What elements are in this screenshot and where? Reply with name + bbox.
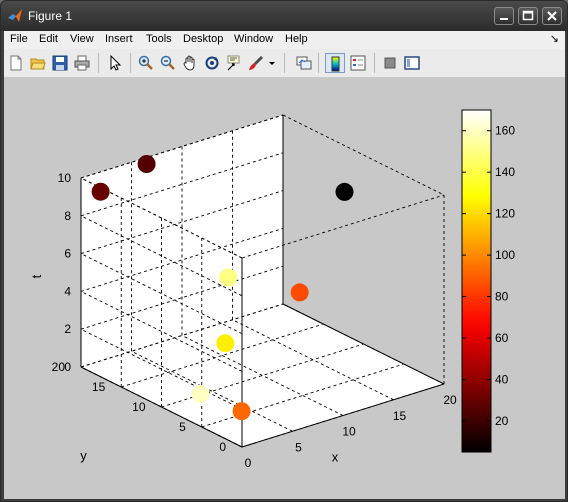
colorbar-icon: [331, 56, 340, 72]
link-plot-icon: [296, 56, 312, 70]
matlab-logo-icon: [8, 9, 22, 22]
y-tick-label: 5: [179, 420, 186, 434]
colorbar-tick-label: 80: [495, 290, 509, 304]
window-title: Figure 1: [28, 9, 73, 23]
toolbar-separator: [374, 53, 375, 73]
show-plot-tools-icon: [404, 56, 420, 70]
y-axis-label: y: [80, 448, 87, 463]
brush-button[interactable]: [246, 53, 266, 73]
maximize-icon: [522, 10, 534, 21]
colorbar-tick-label: 100: [495, 248, 515, 262]
figure-window: Figure 1 File Edit View Insert Tools Des…: [0, 0, 568, 502]
colorbar-tick-label: 120: [495, 207, 515, 221]
pointer-button[interactable]: [106, 53, 126, 73]
figure-canvas: 0 5 10 15 20 0 5 10 15 20 0 2 4 6 8 10 xyt 20 40 60 80 100 1…: [4, 78, 565, 499]
z-tick-label: 4: [64, 284, 71, 298]
z-axis-label: t: [29, 274, 44, 278]
colorbar-tick-label: 20: [495, 414, 509, 428]
y-tick-label: 10: [132, 400, 146, 414]
dock-arrow-icon[interactable]: ↘: [550, 32, 559, 45]
print-icon: [74, 55, 90, 71]
brush-dropdown-icon: [269, 62, 275, 65]
pan-button[interactable]: [180, 53, 200, 73]
x-tick-label: 0: [245, 456, 252, 470]
zoom-out-button[interactable]: [158, 53, 178, 73]
scatter-point[interactable]: [335, 182, 354, 201]
colorbar-tick-label: 60: [495, 331, 509, 345]
save-button[interactable]: [50, 53, 70, 73]
scatter-point[interactable]: [232, 402, 251, 421]
brush-dropdown-button[interactable]: [266, 53, 278, 73]
colorbar-tick-label: 40: [495, 372, 509, 386]
zoom-in-icon: [138, 55, 153, 70]
x-axis-label: x: [332, 450, 339, 465]
pan-icon: [183, 55, 195, 71]
data-cursor-icon: [227, 55, 240, 71]
maximize-button[interactable]: [518, 7, 538, 25]
title-bar[interactable]: Figure 1: [1, 1, 567, 31]
x-tick-label: 15: [393, 409, 407, 423]
close-icon: [547, 11, 557, 21]
hide-plot-tools-button[interactable]: [380, 53, 400, 73]
minimize-icon: [500, 18, 508, 20]
menu-file[interactable]: File: [10, 33, 28, 45]
toolbar-separator: [98, 53, 99, 73]
open-file-button[interactable]: [28, 53, 48, 73]
box-edge: [282, 114, 445, 196]
scatter-point[interactable]: [91, 182, 110, 201]
show-plot-tools-button[interactable]: [402, 53, 422, 73]
toolbar-separator: [284, 53, 285, 73]
menu-help[interactable]: Help: [285, 33, 308, 45]
menu-window[interactable]: Window: [234, 33, 273, 45]
x-tick-label: 5: [295, 440, 302, 454]
colorbar-button[interactable]: [325, 53, 345, 73]
colorbar-tick-label: 140: [495, 165, 515, 179]
legend-button[interactable]: [348, 53, 368, 73]
x-tick-label: 20: [443, 393, 457, 407]
scatter-point[interactable]: [216, 334, 235, 353]
colorbar[interactable]: [461, 109, 492, 453]
plot-area[interactable]: 0510152005101520 0246810 xyt 204060801001…: [4, 78, 565, 499]
brush-icon: [249, 56, 263, 70]
menu-insert[interactable]: Insert: [105, 33, 133, 45]
scatter-point[interactable]: [137, 155, 156, 173]
zoom-out-icon: [160, 55, 175, 70]
y-tick-label: 15: [92, 380, 106, 394]
link-plot-button[interactable]: [294, 53, 314, 73]
toolbar-separator: [130, 53, 131, 73]
scatter-point[interactable]: [191, 384, 210, 403]
open-file-icon: [30, 58, 46, 70]
scatter-point[interactable]: [219, 268, 238, 287]
z-tick-label: 2: [64, 322, 71, 336]
z-tick-label: 10: [58, 171, 72, 185]
y-tick-label: 20: [52, 360, 66, 374]
zoom-in-button[interactable]: [136, 53, 156, 73]
save-icon: [52, 55, 68, 71]
hide-plot-tools-icon: [384, 57, 396, 69]
menu-desktop[interactable]: Desktop: [183, 33, 223, 45]
new-figure-button[interactable]: [6, 53, 26, 73]
rotate-3d-button[interactable]: [202, 53, 222, 73]
close-button[interactable]: [542, 7, 562, 25]
z-tick-label: 6: [64, 247, 71, 261]
y-tick-label: 0: [219, 440, 226, 454]
print-button[interactable]: [72, 53, 92, 73]
menu-bar: File Edit View Insert Tools Desktop Wind…: [4, 31, 565, 49]
menu-view[interactable]: View: [70, 33, 94, 45]
data-cursor-button[interactable]: [224, 53, 244, 73]
minimize-button[interactable]: [494, 7, 514, 25]
figure-toolbar: [4, 49, 565, 78]
new-figure-icon: [10, 55, 22, 71]
z-tick-label: 0: [64, 360, 71, 374]
pointer-icon: [110, 55, 122, 71]
menu-tools[interactable]: Tools: [146, 33, 172, 45]
toolbar-separator: [318, 53, 319, 73]
rotate-3d-icon: [205, 56, 219, 70]
legend-icon: [350, 55, 366, 71]
colorbar-tick-label: 160: [495, 124, 515, 138]
menu-edit[interactable]: Edit: [39, 33, 58, 45]
z-tick-label: 8: [64, 209, 71, 223]
scatter-point[interactable]: [290, 283, 309, 302]
x-tick-label: 10: [342, 425, 356, 439]
